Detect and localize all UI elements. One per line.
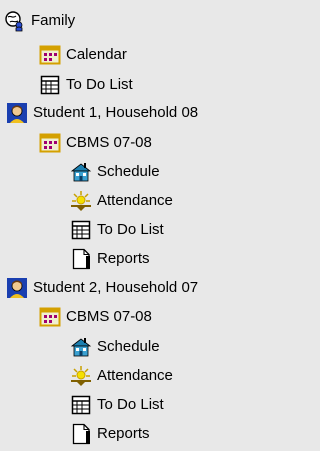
calendar-icon [39,132,61,154]
student-icon [6,277,28,299]
tree-node-label: Reports [97,249,150,267]
tree-node-label: CBMS 07-08 [66,133,152,151]
tree-node-label: CBMS 07-08 [66,307,152,325]
tree-node-label: To Do List [66,75,133,93]
tree-node-label: Family [31,11,76,29]
attendance-icon [70,190,92,212]
tree-node-student-1[interactable]: Student 1, Household 08 [6,98,198,127]
tree-node-label: Attendance [97,191,173,209]
tree-node-schedule-2[interactable]: Schedule [70,332,160,361]
schedule-icon [70,336,92,358]
tree-node-label: To Do List [97,220,164,238]
todo-list-icon [70,219,92,241]
tree-node-reports-2[interactable]: Reports [70,419,150,448]
tree-node-label: Student 2, Household 07 [33,278,199,296]
tree-node-label: To Do List [97,395,164,413]
tree-node-todo-1[interactable]: To Do List [70,215,164,244]
tree-node-family-todo[interactable]: To Do List [39,70,133,99]
tree-node-label: Calendar [66,45,127,63]
tree-node-student-2[interactable]: Student 2, Household 07 [6,273,198,302]
tree-node-todo-2[interactable]: To Do List [70,390,164,419]
tree-node-label: Student 1, Household 08 [33,103,199,121]
tree-node-program-2[interactable]: CBMS 07-08 [39,302,152,331]
todo-list-icon [39,74,61,96]
calendar-icon [39,44,61,66]
tree-node-label: Schedule [97,162,160,180]
tree-node-attendance-2[interactable]: Attendance [70,361,173,390]
todo-list-icon [70,394,92,416]
family-globe-icon [4,10,26,32]
tree-node-program-1[interactable]: CBMS 07-08 [39,128,152,157]
reports-icon [70,423,92,445]
tree-node-label: Schedule [97,337,160,355]
student-icon [6,102,28,124]
tree-node-label: Reports [97,424,150,442]
attendance-icon [70,365,92,387]
tree-node-family[interactable]: Family [4,6,75,35]
tree-node-calendar[interactable]: Calendar [39,40,127,69]
tree-node-attendance-1[interactable]: Attendance [70,186,173,215]
schedule-icon [70,161,92,183]
tree-node-label: Attendance [97,366,173,384]
reports-icon [70,248,92,270]
tree-node-schedule-1[interactable]: Schedule [70,157,160,186]
calendar-icon [39,306,61,328]
tree-node-reports-1[interactable]: Reports [70,244,150,273]
navigation-tree: Family Calendar To Do List Student 1, Ho… [0,0,272,451]
